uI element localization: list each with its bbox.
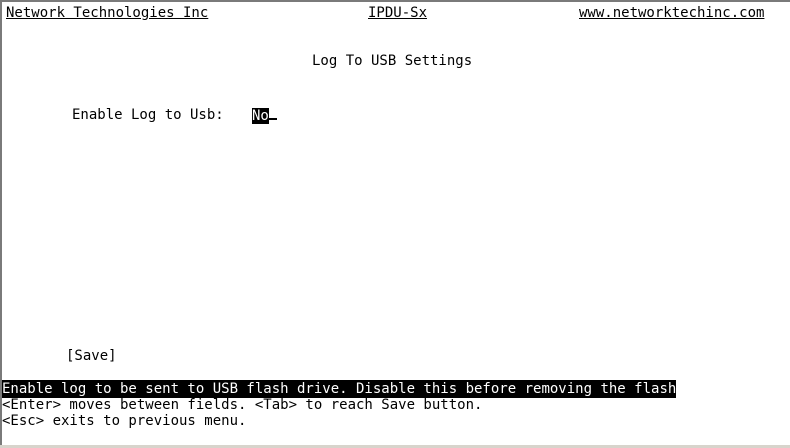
- enable-log-field[interactable]: No: [252, 106, 277, 125]
- enable-log-label: Enable Log to Usb:: [72, 107, 224, 123]
- escape-hint: <Esc> exits to previous menu.: [2, 413, 247, 429]
- terminal-screen: Network Technologies Inc IPDU-Sx www.net…: [0, 0, 790, 448]
- website-link[interactable]: www.networktechinc.com: [579, 4, 764, 22]
- enable-log-value: No: [252, 108, 269, 124]
- save-button[interactable]: [Save]: [66, 347, 117, 365]
- product-name: IPDU-Sx: [368, 5, 428, 21]
- company-name: Network Technologies Inc: [6, 5, 209, 21]
- page-title: Log To USB Settings: [312, 53, 473, 69]
- text-cursor: [268, 106, 277, 120]
- window-border-top: [0, 0, 790, 2]
